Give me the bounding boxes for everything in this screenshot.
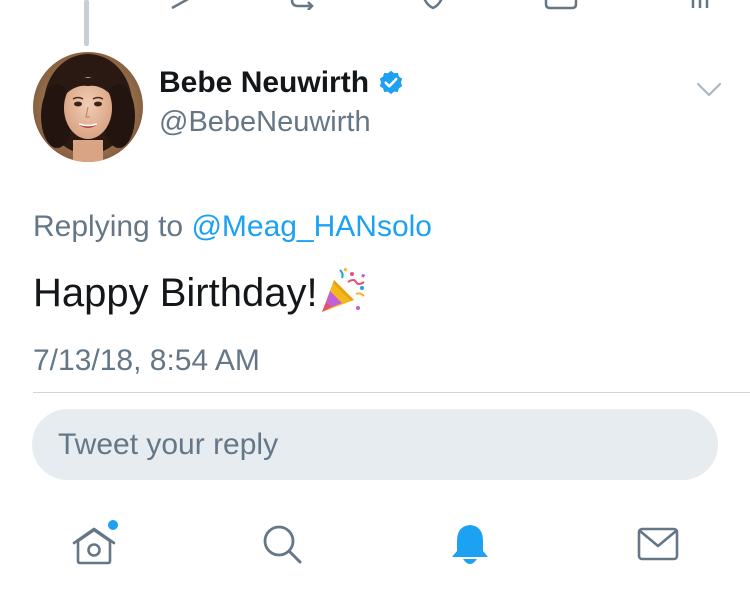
- previous-tweet-actions: [0, 0, 750, 10]
- home-icon: [72, 520, 118, 565]
- share-icon[interactable]: [544, 0, 578, 10]
- like-icon[interactable]: [420, 0, 446, 10]
- author-name[interactable]: Bebe Neuwirth: [159, 66, 405, 100]
- tab-home[interactable]: [64, 514, 124, 574]
- replying-to-mention[interactable]: @Meag_HANsolo: [191, 210, 432, 243]
- more-options-button[interactable]: [692, 76, 726, 104]
- tab-notifications[interactable]: [440, 514, 500, 574]
- new-tweets-indicator: [108, 520, 118, 530]
- search-icon: [263, 525, 302, 564]
- verified-badge-icon: [379, 70, 403, 95]
- analytics-icon[interactable]: [690, 0, 710, 10]
- reply-input[interactable]: [32, 409, 718, 480]
- bottom-tab-bar: [0, 500, 750, 593]
- chevron-down-icon: [696, 82, 722, 97]
- replying-to-line: Replying to @Meag_HANsolo: [33, 210, 432, 244]
- tab-search[interactable]: [252, 514, 312, 574]
- tweet-timestamp: 7/13/18, 8:54 AM: [33, 344, 260, 377]
- tweet-detail-screen: Bebe Neuwirth @BebeNeuwirth Replying to …: [0, 0, 750, 593]
- thread-connector-line: [84, 0, 89, 46]
- replying-to-prefix: Replying to: [33, 210, 192, 243]
- avatar-image: [33, 52, 143, 162]
- messages-envelope-icon: [637, 527, 679, 561]
- divider: [33, 392, 750, 393]
- party-popper-icon: [321, 267, 365, 312]
- notifications-bell-icon: [452, 525, 488, 564]
- author-handle[interactable]: @BebeNeuwirth: [159, 106, 371, 139]
- tab-messages[interactable]: [628, 514, 688, 574]
- reply-icon[interactable]: [170, 0, 192, 10]
- tweet-text-content: Happy Birthday!: [33, 271, 318, 315]
- tweet-text: Happy Birthday!: [33, 267, 368, 316]
- avatar[interactable]: [33, 52, 143, 162]
- author-name-text: Bebe Neuwirth: [159, 66, 370, 99]
- retweet-icon[interactable]: [290, 0, 320, 10]
